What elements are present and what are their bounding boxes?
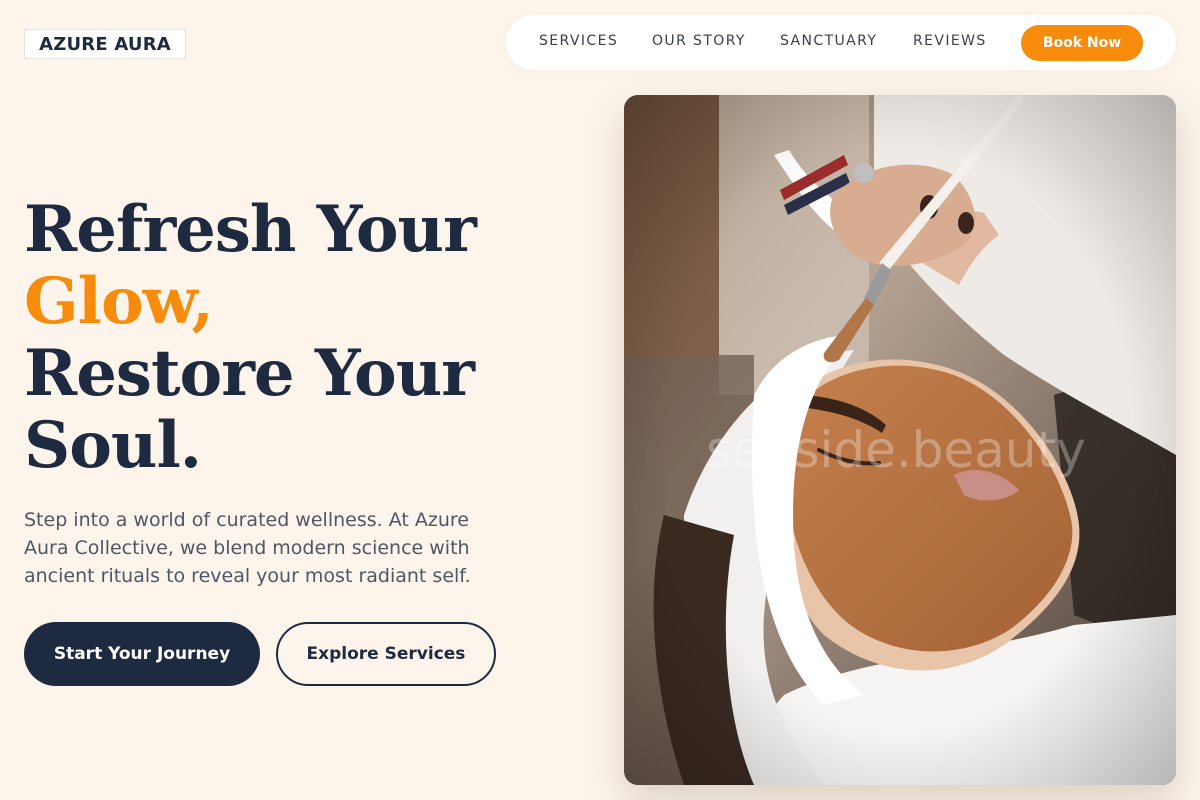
headline-line-1: Refresh Your (24, 192, 477, 267)
headline-accent: Glow, (24, 264, 214, 339)
top-navigation: SERVICES OUR STORY SANCTUARY REVIEWS Boo… (506, 15, 1176, 70)
nav-link-services[interactable]: SERVICES (539, 33, 618, 49)
nav-link-our-story[interactable]: OUR STORY (652, 33, 746, 49)
headline-line-3: Soul. (24, 408, 202, 483)
facial-treatment-illustration: seaside.beauty (624, 95, 1176, 785)
nav-link-sanctuary[interactable]: SANCTUARY (780, 33, 877, 49)
hero-description: Step into a world of curated wellness. A… (24, 509, 471, 587)
start-journey-button[interactable]: Start Your Journey (24, 622, 260, 686)
hero-headline: Refresh Your Glow, Restore Your Soul. (24, 192, 477, 483)
image-watermark: seaside.beauty (706, 421, 1086, 479)
brand-logo[interactable]: AZURE AURA (24, 29, 186, 59)
book-now-button[interactable]: Book Now (1021, 25, 1143, 61)
explore-services-button[interactable]: Explore Services (276, 622, 496, 686)
nav-link-reviews[interactable]: REVIEWS (913, 33, 987, 49)
headline-line-2: Restore Your (24, 336, 475, 411)
hero-image: seaside.beauty (624, 95, 1176, 785)
